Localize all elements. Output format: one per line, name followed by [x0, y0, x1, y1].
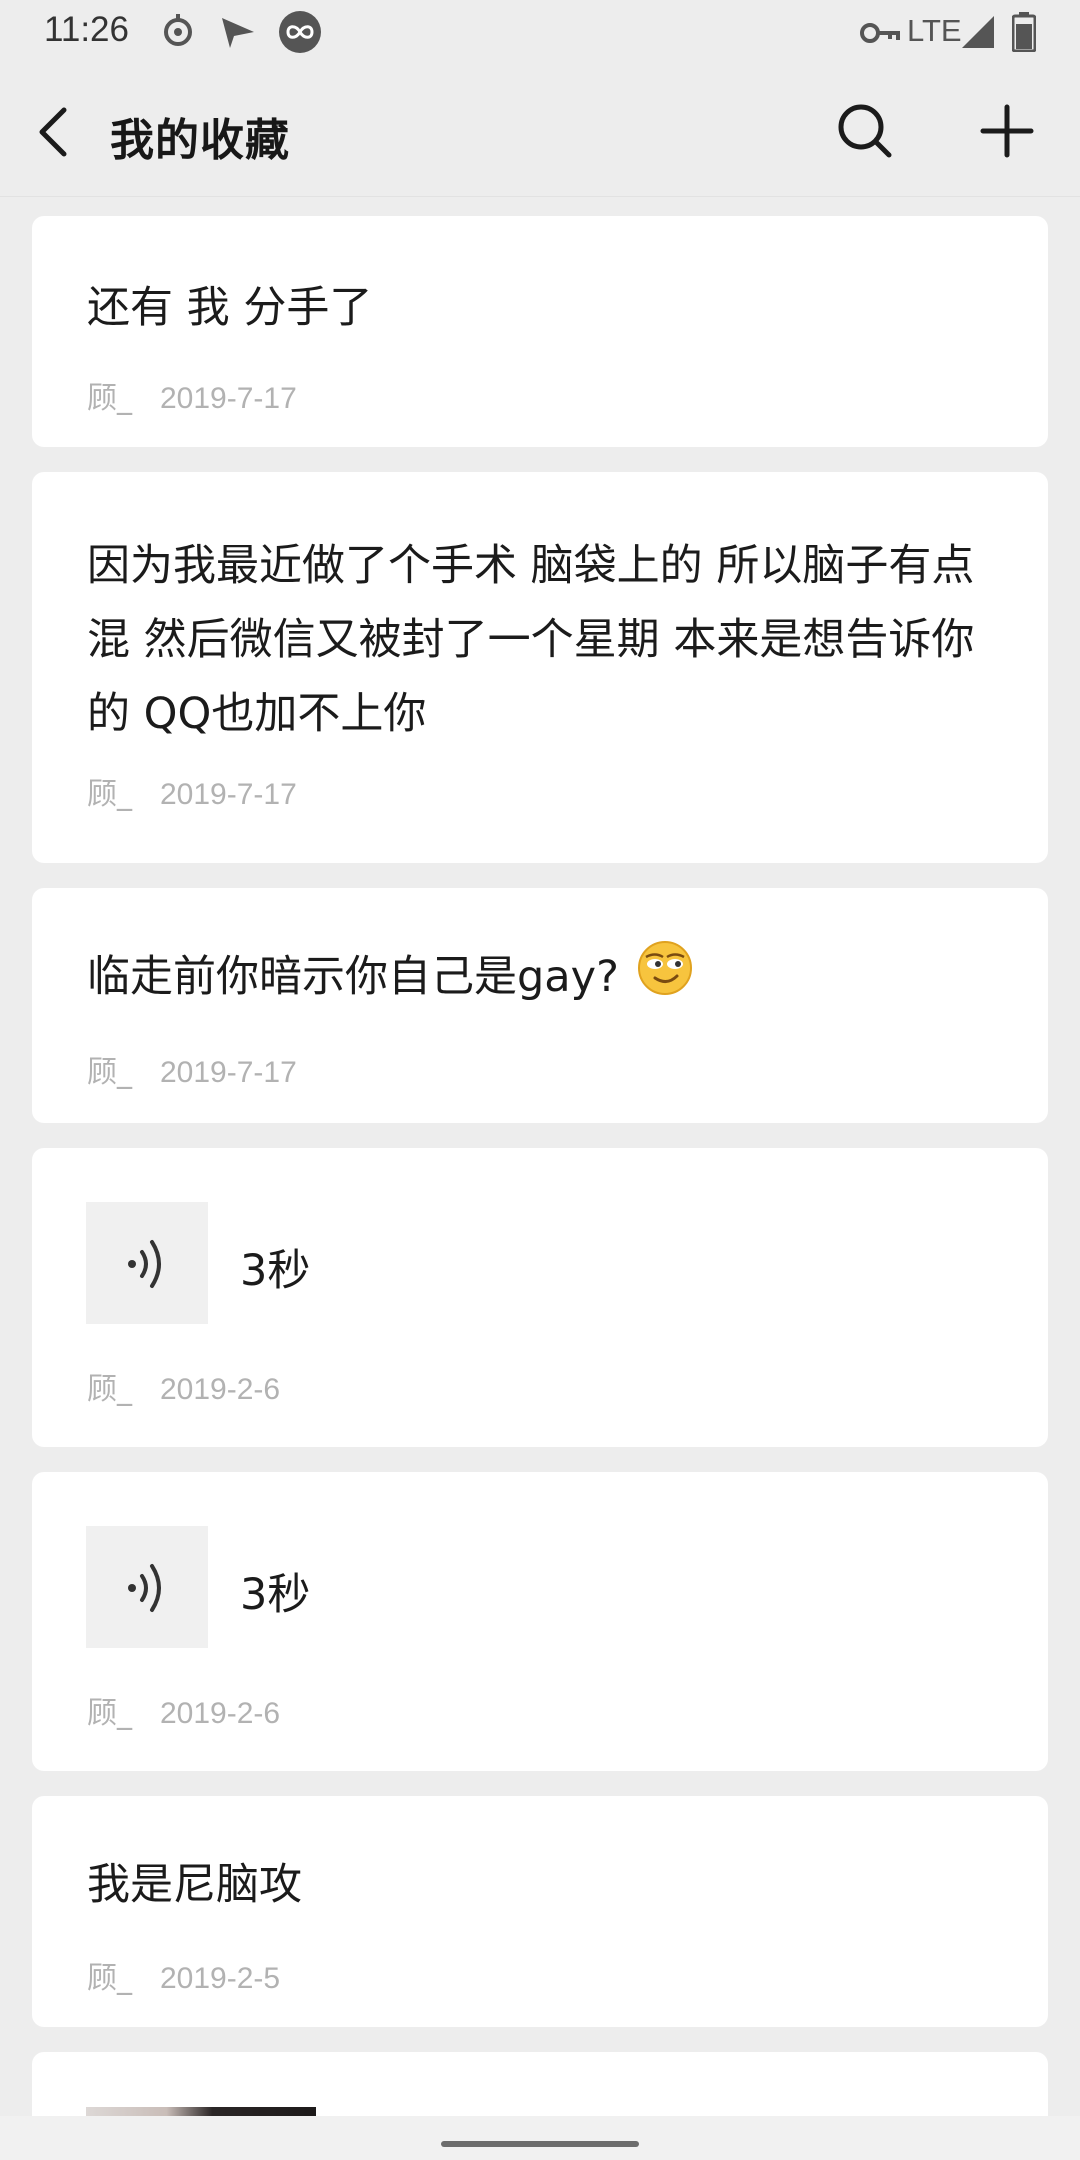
page-title: 我的收藏: [110, 115, 290, 166]
battery-icon: [1011, 12, 1037, 56]
search-button[interactable]: [836, 102, 894, 160]
voice-icon: [128, 1564, 161, 1612]
favorite-meta: 顾_ 2019-2-6: [87, 1688, 280, 1732]
favorite-author: 顾_: [87, 1055, 132, 1090]
favorite-item[interactable]: 还有 我 分手了 顾_ 2019-7-17: [32, 216, 1048, 447]
favorite-author: 顾_: [87, 777, 132, 812]
favorite-item[interactable]: 我是尼脑攻 顾_ 2019-2-5: [32, 1796, 1048, 2027]
send-icon: [218, 12, 258, 56]
navigation-bar: [0, 2116, 1080, 2160]
favorite-item[interactable]: 临走前你暗示你自己是gay? 顾_ 2019-7-17: [32, 888, 1048, 1123]
favorite-author: 顾_: [87, 1961, 132, 1996]
vpn-key-icon: [860, 18, 900, 52]
voice-icon: [128, 1240, 161, 1288]
smirk-emoji-icon: [637, 940, 693, 1019]
favorite-date: 2019-7-17: [160, 382, 297, 415]
home-indicator[interactable]: [441, 2141, 639, 2147]
favorite-author: 顾_: [87, 381, 132, 416]
favorite-meta: 顾_ 2019-7-17: [87, 769, 297, 813]
favorite-item[interactable]: 因为我最近做了个手术 脑袋上的 所以脑子有点混 然后微信又被封了一个星期 本来是…: [32, 472, 1048, 863]
favorite-date: 2019-2-5: [160, 1962, 281, 1995]
add-button[interactable]: [978, 102, 1036, 160]
back-button[interactable]: [30, 104, 80, 160]
signal-icon: [960, 14, 996, 54]
favorite-meta: 顾_ 2019-7-17: [87, 1047, 297, 1091]
app-header: 我的收藏: [0, 66, 1080, 197]
favorite-item[interactable]: 3秒 顾_ 2019-2-6: [32, 1472, 1048, 1771]
favorite-meta: 顾_ 2019-7-17: [87, 373, 297, 417]
favorite-item[interactable]: 3秒 顾_ 2019-2-6: [32, 1148, 1048, 1447]
favorite-meta: 顾_ 2019-2-6: [87, 1364, 280, 1408]
favorite-text-row: 临走前你暗示你自己是gay?: [87, 940, 1007, 1019]
favorites-list: 还有 我 分手了 顾_ 2019-7-17 因为我最近做了个手术 脑袋上的 所以脑…: [0, 196, 1080, 2116]
image-thumbnail: [86, 2107, 316, 2116]
screen: 11:26 LTE 我的收藏 还有 我 分手了 顾_ 2019-7-17 因为我…: [0, 0, 1080, 2160]
favorite-author: 顾_: [87, 1696, 132, 1731]
chevron-left-icon: [39, 107, 67, 157]
favorite-date: 2019-7-17: [160, 778, 297, 811]
infinity-icon: [278, 10, 322, 58]
favorite-date: 2019-7-17: [160, 1056, 297, 1089]
plus-icon: [980, 104, 1034, 158]
favorite-text: 还有 我 分手了: [87, 283, 373, 333]
status-bar: 11:26 LTE: [0, 0, 1080, 66]
voice-duration: 3秒: [240, 1570, 311, 1620]
voice-duration: 3秒: [240, 1246, 311, 1296]
favorite-author: 顾_: [87, 1372, 132, 1407]
favorite-text: 临走前你暗示你自己是gay?: [87, 952, 619, 1002]
status-time: 11:26: [44, 10, 129, 49]
favorite-date: 2019-2-6: [160, 1697, 281, 1730]
favorite-text: 因为我最近做了个手术 脑袋上的 所以脑子有点混 然后微信又被封了一个星期 本来是…: [87, 541, 975, 739]
favorite-text: 我是尼脑攻: [87, 1860, 302, 1910]
favorite-date: 2019-2-6: [160, 1373, 281, 1406]
search-icon: [838, 104, 892, 158]
favorite-item[interactable]: [32, 2052, 1048, 2116]
network-type: LTE: [907, 13, 962, 48]
voice-thumbnail: [86, 1202, 208, 1324]
sync-icon: [160, 12, 196, 56]
voice-thumbnail: [86, 1526, 208, 1648]
favorite-meta: 顾_ 2019-2-5: [87, 1953, 280, 1997]
